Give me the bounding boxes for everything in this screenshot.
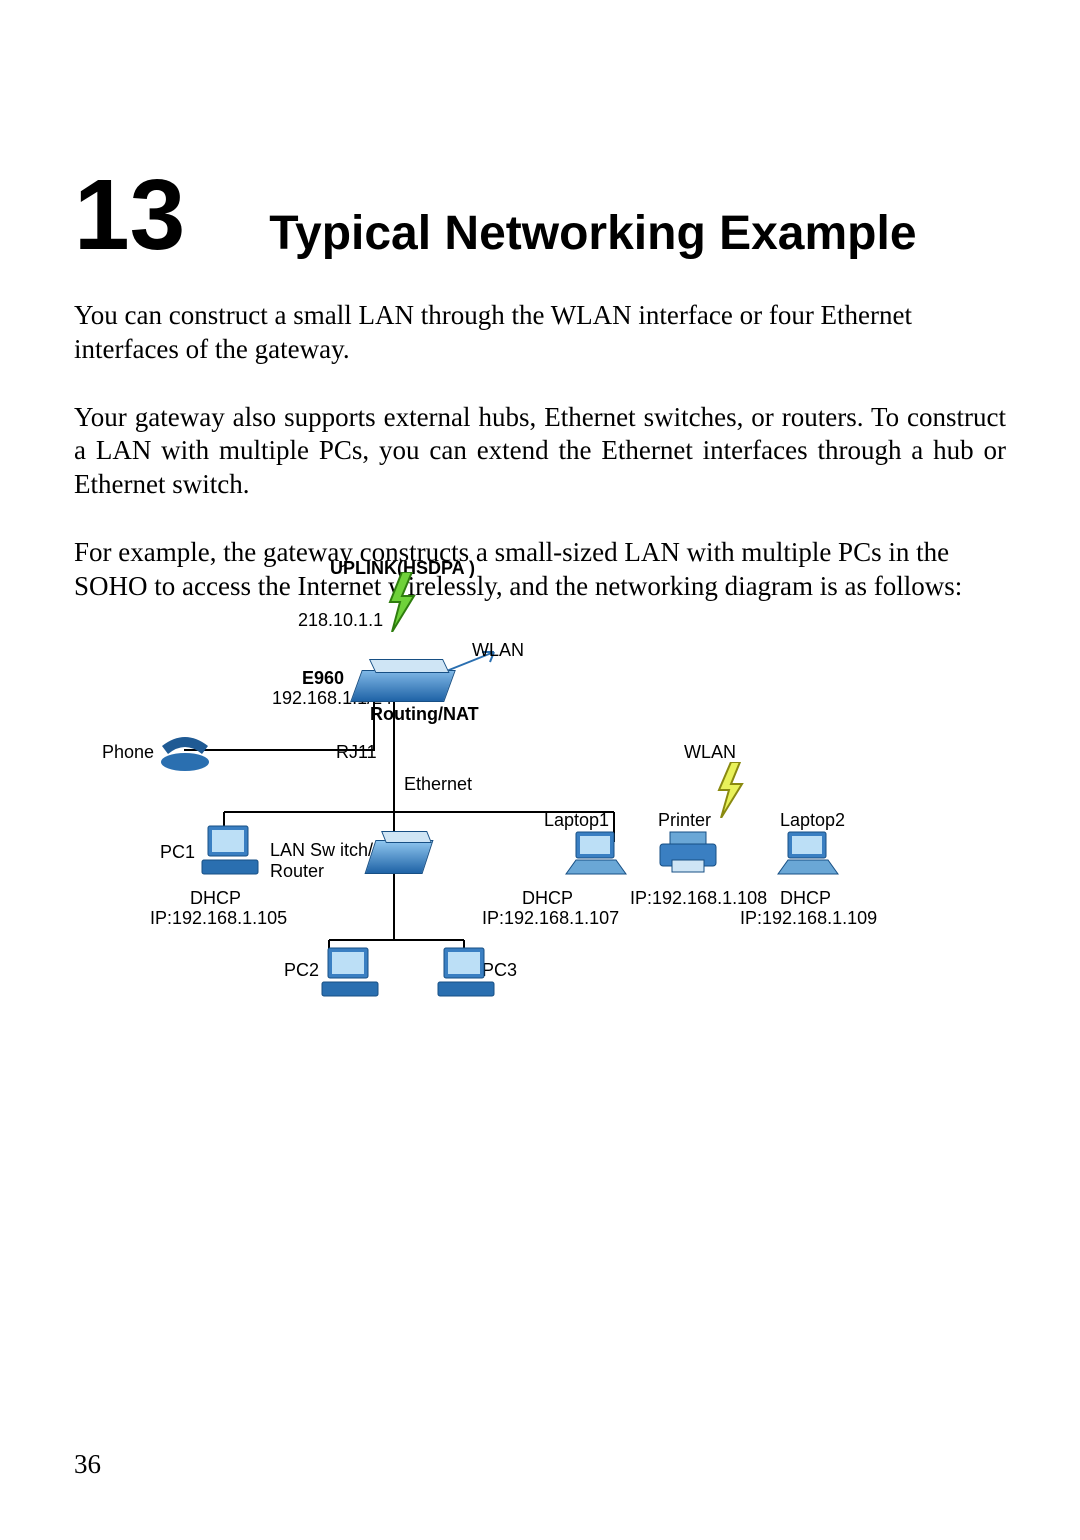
laptop1-ip-label: IP:192.168.1.107 xyxy=(482,908,619,929)
laptop1-icon xyxy=(562,830,630,878)
pc2-label: PC2 xyxy=(284,960,319,981)
chapter-title: Typical Networking Example xyxy=(269,206,916,261)
network-diagram: UPLINK(HSDPA ) 218.10.1.1 E960 192.168.1… xyxy=(74,552,1006,1072)
lan-switch-label: LAN Sw itch/ Router xyxy=(270,840,373,882)
pc2-icon xyxy=(320,946,380,1002)
pc3-icon xyxy=(436,946,496,1002)
phone-icon xyxy=(156,732,214,772)
ethernet-label: Ethernet xyxy=(404,774,472,795)
pc1-ip-label: IP:192.168.1.105 xyxy=(150,908,287,929)
page-number: 36 xyxy=(74,1449,101,1480)
routing-label: Routing/NAT xyxy=(370,704,479,725)
router-icon xyxy=(350,670,456,702)
printer-icon xyxy=(656,830,720,876)
laptop1-dhcp-label: DHCP xyxy=(522,888,573,909)
laptop2-icon xyxy=(774,830,842,878)
wlan2-label: WLAN xyxy=(684,742,736,763)
laptop2-dhcp-label: DHCP xyxy=(780,888,831,909)
laptop2-label: Laptop2 xyxy=(780,810,845,831)
paragraph-1: You can construct a small LAN through th… xyxy=(74,299,1006,367)
lan-switch-icon xyxy=(364,840,433,874)
wan-ip-label: 218.10.1.1 xyxy=(298,610,383,631)
pc1-label: PC1 xyxy=(160,842,195,863)
laptop1-label: Laptop1 xyxy=(544,810,609,831)
chapter-heading: 13 Typical Networking Example xyxy=(74,165,1006,265)
printer-label: Printer xyxy=(658,810,711,831)
diagram-wires xyxy=(74,552,1006,1072)
chapter-number: 13 xyxy=(74,165,185,265)
printer-ip-label: IP:192.168.1.108 xyxy=(630,888,767,909)
wlan1-label: WLAN xyxy=(472,640,524,661)
pc1-dhcp-label: DHCP xyxy=(190,888,241,909)
phone-label: Phone xyxy=(102,742,154,763)
paragraph-2: Your gateway also supports external hubs… xyxy=(74,401,1006,502)
device-label: E960 xyxy=(302,668,344,689)
pc1-icon xyxy=(200,824,260,880)
laptop2-ip-label: IP:192.168.1.109 xyxy=(740,908,877,929)
rj11-label: RJ11 xyxy=(336,742,377,763)
